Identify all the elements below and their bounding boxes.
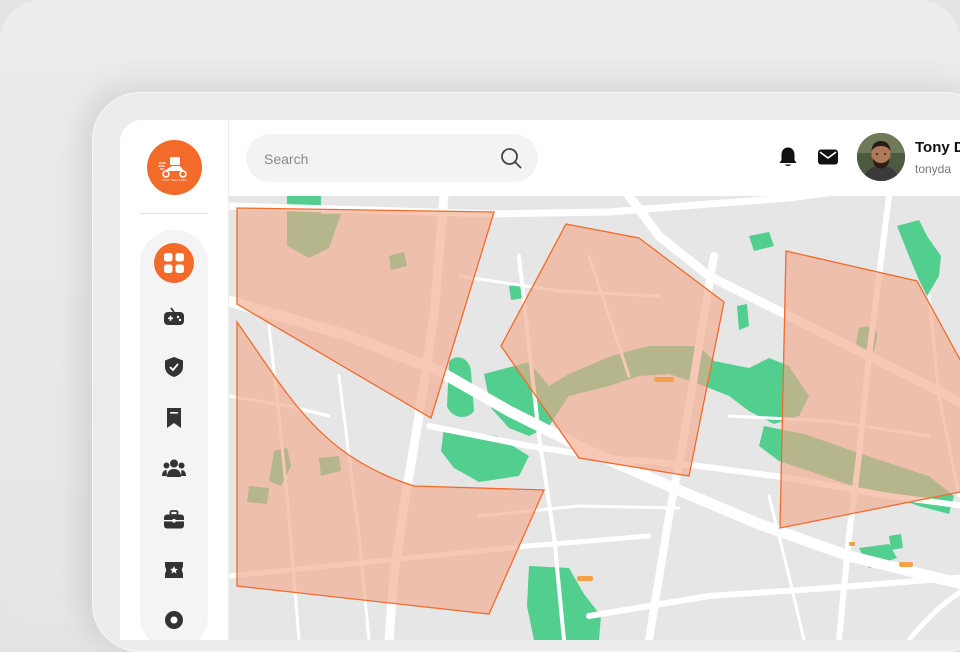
nav-more[interactable] xyxy=(154,600,194,640)
ticket-star-icon xyxy=(165,562,183,578)
dashboard-grid-icon xyxy=(164,253,184,273)
delivery-map[interactable] xyxy=(229,196,960,640)
mail-icon xyxy=(818,149,838,165)
app-window: FAST DELIVERY Search Tony D tonyda xyxy=(120,120,960,640)
nav-users[interactable] xyxy=(154,448,194,488)
user-name[interactable]: Tony D xyxy=(915,139,960,156)
bookmark-icon xyxy=(167,408,181,428)
nav-jobs[interactable] xyxy=(154,500,194,540)
nav-games[interactable] xyxy=(154,297,194,337)
gamepad-icon xyxy=(164,307,184,325)
nav-rewards[interactable] xyxy=(154,550,194,590)
sidebar-divider xyxy=(140,213,208,214)
search-bar[interactable] xyxy=(246,134,538,182)
nav-dashboard[interactable] xyxy=(154,243,194,283)
messages-button[interactable] xyxy=(817,146,839,168)
avatar[interactable] xyxy=(857,133,905,181)
scooter-icon xyxy=(157,156,187,178)
brand-logo[interactable]: FAST DELIVERY xyxy=(147,140,202,195)
logo-text: FAST DELIVERY xyxy=(161,178,188,182)
notifications-button[interactable] xyxy=(777,146,799,168)
search-icon[interactable] xyxy=(500,147,522,169)
nav-security[interactable] xyxy=(154,347,194,387)
briefcase-icon xyxy=(164,510,184,529)
nav-saved[interactable] xyxy=(154,398,194,438)
search-input[interactable] xyxy=(262,148,486,170)
user-email: tonyda xyxy=(915,162,952,176)
bell-icon xyxy=(779,147,797,166)
shield-check-icon xyxy=(165,357,183,377)
user-photo xyxy=(857,133,905,181)
circle-icon xyxy=(165,611,183,629)
sidebar: FAST DELIVERY xyxy=(120,120,229,640)
users-group-icon xyxy=(162,459,186,477)
map-canvas[interactable] xyxy=(229,196,960,640)
